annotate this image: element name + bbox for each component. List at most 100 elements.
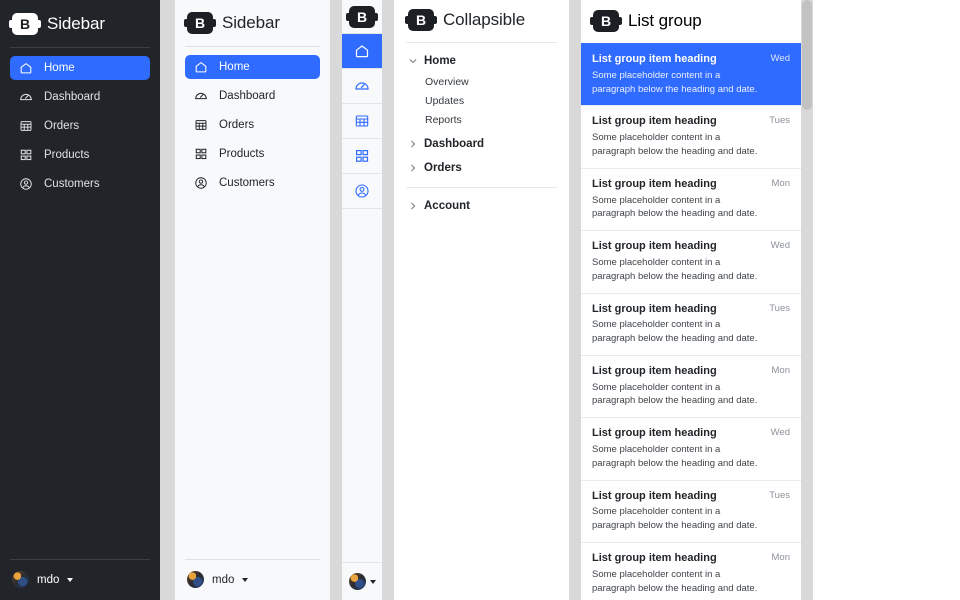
panel-gap-3 (382, 0, 394, 600)
dark-sidebar-item-customers[interactable]: Customers (10, 172, 150, 196)
caret-down-icon (370, 580, 376, 584)
list-item-text: Some placeholder content in a paragraph … (592, 194, 764, 222)
collapsible-toggle-home[interactable]: Home (406, 53, 557, 69)
list-item-day: Tues (769, 489, 790, 501)
dark-sidebar-item-orders[interactable]: Orders (10, 114, 150, 138)
list-item[interactable]: List group item headingWedSome placehold… (581, 43, 801, 105)
light-sidebar-user-dropdown[interactable]: mdo (185, 559, 320, 600)
icon-sidebar-item-dashboard[interactable] (342, 69, 382, 104)
list-item-header: List group item headingTues (592, 302, 790, 317)
dark-sidebar-item-label: Home (44, 62, 75, 74)
light-sidebar-item-label: Home (219, 61, 250, 73)
light-sidebar-item-dashboard[interactable]: Dashboard (185, 84, 320, 108)
dark-sidebar-divider (10, 47, 150, 48)
collapsible-toggle-dashboard[interactable]: Dashboard (406, 136, 557, 152)
list-item-header: List group item headingTues (592, 489, 790, 504)
icon-sidebar-item-customers[interactable] (342, 174, 382, 209)
light-sidebar-divider (185, 46, 320, 47)
dark-sidebar-item-home[interactable]: Home (10, 56, 150, 80)
light-sidebar-item-label: Orders (219, 119, 254, 131)
list-item-heading: List group item heading (592, 114, 717, 129)
list-item[interactable]: List group item headingTuesSome placehol… (581, 480, 801, 542)
dark-sidebar-item-label: Dashboard (44, 91, 100, 103)
list-item-day: Wed (771, 52, 790, 64)
examples-stage: B Sidebar Home Dashboard Orders Products Cus… (0, 0, 960, 600)
list-item[interactable]: List group item heading Mon Some placehold… (581, 168, 801, 230)
list-item[interactable]: List group item headingWedSome placehold… (581, 230, 801, 292)
list-item[interactable]: List group item headingTuesSome placehol… (581, 293, 801, 355)
light-sidebar-item-orders[interactable]: Orders (185, 113, 320, 137)
list-item-header: List group item headingTues (592, 114, 790, 129)
collapsible-group-label: Orders (424, 162, 462, 174)
chevron-right-icon (408, 139, 418, 149)
list-item-text: Some placeholder content in a paragraph … (592, 131, 764, 159)
light-sidebar: B Sidebar Home Dashboard Orders Products Cus… (175, 0, 330, 600)
list-item-heading: List group item heading (592, 52, 717, 67)
collapsible-toggle-orders[interactable]: Orders (406, 160, 557, 176)
avatar (12, 571, 29, 588)
collapsible-sidebar: B Collapsible Home Overview Updates Reports… (394, 0, 569, 600)
dark-sidebar-user-dropdown[interactable]: mdo (10, 559, 150, 600)
collapsible-sidebar-brand[interactable]: B Collapsible (408, 9, 557, 31)
list-group-brand[interactable]: B List group (581, 0, 801, 43)
list-item-day: Wed (771, 239, 790, 251)
collapsible-account-group: Account (406, 198, 557, 214)
table-icon (19, 119, 33, 133)
collapsible-toggle-account[interactable]: Account (406, 198, 557, 214)
light-sidebar-item-customers[interactable]: Customers (185, 171, 320, 195)
list-item-day: Wed (771, 426, 790, 438)
person-circle-icon (194, 176, 208, 190)
light-sidebar-spacer (185, 200, 320, 559)
dark-sidebar-item-dashboard[interactable]: Dashboard (10, 85, 150, 109)
list-item-day: Mon (772, 177, 790, 189)
list-item-heading: List group item heading (592, 426, 717, 441)
light-sidebar-item-home[interactable]: Home (185, 55, 320, 79)
list-item-header: List group item heading Mon (592, 177, 790, 192)
bootstrap-logo-icon: B (408, 9, 434, 31)
bootstrap-logo-icon: B (349, 6, 375, 28)
dark-sidebar: B Sidebar Home Dashboard Orders Products Cus… (0, 0, 160, 600)
list-item-text: Some placeholder content in a paragraph … (592, 568, 764, 596)
speedometer-icon (19, 90, 33, 104)
dark-sidebar-spacer (10, 201, 150, 559)
icon-sidebar-item-home[interactable] (342, 34, 382, 69)
vertical-scrollbar[interactable] (801, 0, 813, 600)
collapsible-group-label: Account (424, 200, 470, 212)
icon-sidebar-item-products[interactable] (342, 139, 382, 174)
list-item-heading: List group item heading (592, 239, 717, 254)
list-item[interactable]: List group item headingTues Some placehol… (581, 105, 801, 167)
collapsible-subitem-overview[interactable]: Overview (425, 74, 557, 90)
icon-sidebar-item-orders[interactable] (342, 104, 382, 139)
dark-sidebar-item-products[interactable]: Products (10, 143, 150, 167)
light-sidebar-item-label: Customers (219, 177, 275, 189)
list-item[interactable]: List group item headingWedSome placehold… (581, 417, 801, 479)
list-item[interactable]: List group item headingMonSome placehold… (581, 542, 801, 600)
icon-sidebar: B (342, 0, 382, 600)
dark-sidebar-nav: Home Dashboard Orders Products Customers (10, 56, 150, 201)
light-sidebar-item-label: Products (219, 148, 264, 160)
icon-sidebar-nav (342, 34, 382, 209)
collapsible-sidebar-divider-2 (406, 187, 557, 188)
icon-sidebar-user-dropdown[interactable] (342, 562, 382, 600)
grid-icon (19, 148, 33, 162)
scrollbar-thumb[interactable] (802, 0, 812, 110)
person-circle-icon (354, 183, 370, 199)
light-sidebar-title: Sidebar (222, 13, 280, 33)
light-sidebar-item-products[interactable]: Products (185, 142, 320, 166)
caret-down-icon (67, 578, 73, 582)
dark-sidebar-brand[interactable]: B Sidebar (12, 13, 150, 35)
light-sidebar-brand[interactable]: B Sidebar (187, 12, 320, 34)
list-item[interactable]: List group item headingMonSome placehold… (581, 355, 801, 417)
panel-gap-4 (569, 0, 581, 600)
collapsible-group-label: Home (424, 55, 456, 67)
list-item-heading: List group item heading (592, 302, 717, 317)
list-item-heading: List group item heading (592, 177, 717, 192)
icon-sidebar-brand[interactable]: B (342, 0, 382, 34)
list-item-header: List group item heading Wed (592, 426, 790, 441)
collapsible-subitem-updates[interactable]: Updates (425, 93, 557, 109)
light-sidebar-user-name: mdo (212, 574, 234, 586)
collapsible-subitem-reports[interactable]: Reports (425, 112, 557, 128)
light-sidebar-nav: Home Dashboard Orders Products Customers (185, 55, 320, 200)
house-icon (194, 60, 208, 74)
list-group-title: List group (628, 11, 702, 31)
